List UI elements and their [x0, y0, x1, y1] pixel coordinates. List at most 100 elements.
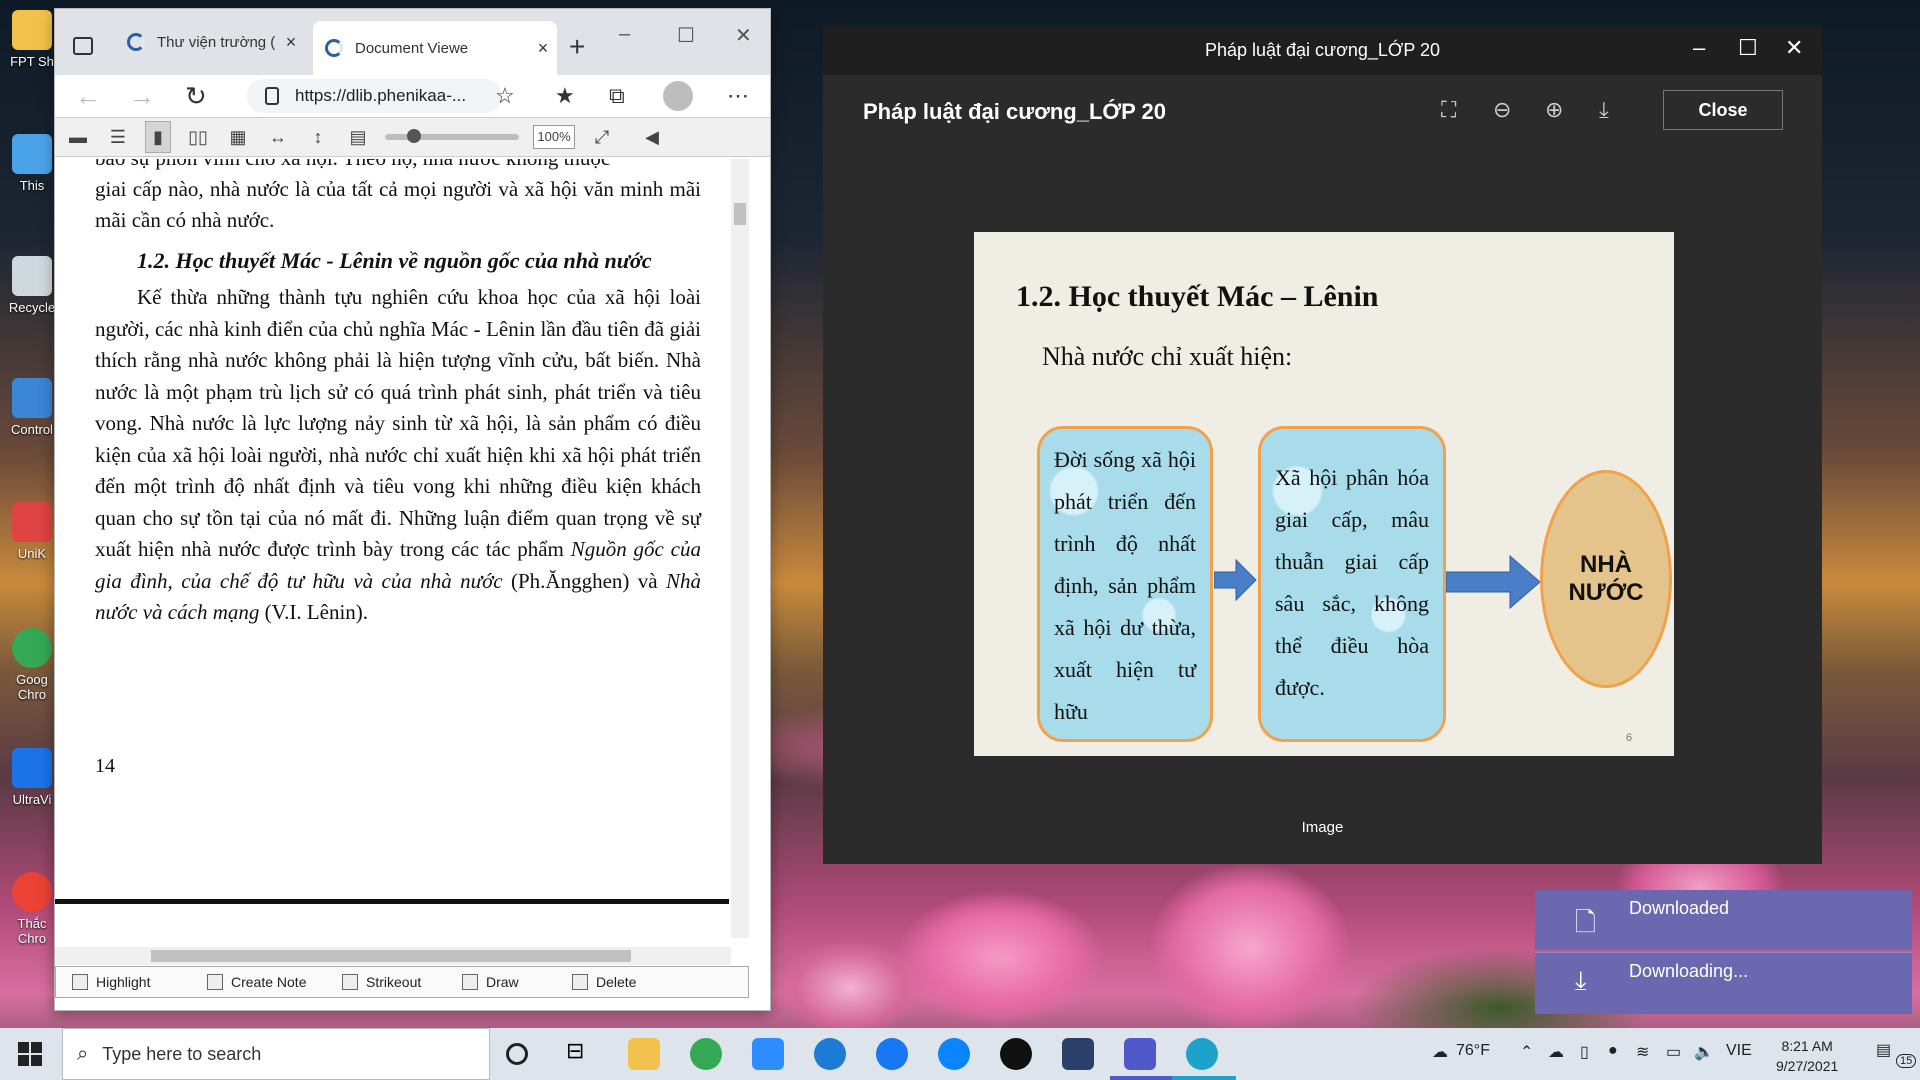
scroll-thumb[interactable] [151, 950, 631, 962]
text-line: bảo sự phồn vinh cho xã hội. Theo họ, nh… [95, 159, 701, 174]
folder-icon [12, 10, 52, 50]
page-number: 14 [95, 755, 115, 777]
stage-box-1: Đời sống xã hội phát triển đến trình độ … [1037, 426, 1213, 742]
file-explorer-icon[interactable] [628, 1038, 660, 1070]
minimize-icon[interactable]: – [619, 23, 630, 46]
volume-icon[interactable]: 🔈 [1694, 1042, 1714, 1062]
clock[interactable]: 8:21 AM 9/27/2021 [1776, 1036, 1838, 1076]
close-icon[interactable]: × [529, 38, 557, 59]
desktop-icon-unikey[interactable]: UniK [4, 502, 60, 561]
ultraviewer-icon[interactable] [814, 1038, 846, 1070]
delete-button[interactable]: Delete [556, 974, 691, 990]
zalo-icon[interactable] [1062, 1038, 1094, 1070]
single-page-icon[interactable]: ▮ [145, 121, 171, 153]
close-window-icon[interactable]: ✕ [735, 23, 752, 48]
zoom-slider[interactable] [385, 129, 519, 143]
grid-icon[interactable]: ▦ [225, 127, 251, 148]
cortana-icon[interactable] [506, 1043, 528, 1065]
active-app-indicator [1110, 1076, 1174, 1080]
add-favorite-icon[interactable]: ☆ [495, 83, 515, 109]
tab-library[interactable]: Thư viện trường ( × [115, 19, 305, 65]
task-view-icon[interactable]: ⊟ [566, 1038, 598, 1070]
desktop-icon-recycle-bin[interactable]: Recycle [4, 256, 60, 315]
taskbar: ⌕ Type here to search ⊟ ☁ 76°F ⌃ ☁ ▯ ● ≋… [0, 1028, 1920, 1080]
fullscreen-icon[interactable]: ⤢ [589, 127, 615, 148]
teams-icon[interactable] [1124, 1038, 1156, 1070]
browser-window: Thư viện trường ( × Document Viewe × + –… [54, 8, 771, 1011]
close-window-icon[interactable]: ✕ [1785, 35, 1803, 61]
slide-image: 1.2. Học thuyết Mác – Lênin Nhà nước chỉ… [974, 232, 1674, 756]
close-icon[interactable]: × [277, 32, 305, 53]
start-button[interactable] [18, 1042, 42, 1066]
download-icon[interactable]: ⤓ [1599, 97, 1609, 123]
list-icon[interactable]: ☰ [105, 127, 131, 148]
action-center-icon[interactable]: ▤ [1876, 1040, 1891, 1060]
fit-to-screen-icon[interactable]: ⛶ [1441, 97, 1456, 123]
draw-button[interactable]: Draw [446, 974, 556, 990]
phone-icon[interactable]: ▯ [1580, 1042, 1589, 1062]
messenger-icon[interactable] [938, 1038, 970, 1070]
maximize-icon[interactable]: ☐ [1738, 35, 1758, 61]
onedrive-icon[interactable]: ☁ [1548, 1042, 1564, 1062]
document-text: bảo sự phồn vinh cho xã hội. Theo họ, nh… [95, 159, 701, 629]
notification-downloaded[interactable]: 🗋 Downloaded [1535, 890, 1912, 950]
file-icon: 🗋 [1575, 907, 1596, 937]
address-bar: ← → ↻ https://dlib.phenikaa-... ☆ ★ ⧉ ⋯ [55, 75, 770, 117]
microphone-icon[interactable]: ● [1608, 1042, 1618, 1060]
desktop-icon-chrome-2[interactable]: Thắc Chro [4, 872, 60, 946]
tab-document-viewer[interactable]: Document Viewe × [313, 21, 557, 75]
zoom-out-icon[interactable]: ⊖ [1493, 97, 1511, 123]
collections-icon[interactable]: ⧉ [609, 83, 625, 109]
desktop-icon-chrome[interactable]: Goog Chro [4, 628, 60, 702]
zoom-level[interactable]: 100% [533, 125, 575, 149]
forward-icon[interactable]: → [129, 81, 155, 112]
arrow-icon [1446, 554, 1541, 610]
battery-icon[interactable]: ▭ [1666, 1042, 1681, 1062]
collapse-panel-icon[interactable]: ◀ [639, 127, 665, 148]
language-indicator[interactable]: VIE [1726, 1042, 1752, 1060]
notification-downloading[interactable]: ⤓ Downloading... [1535, 952, 1912, 1014]
page-separator [55, 899, 729, 904]
wifi-icon[interactable]: ≋ [1636, 1042, 1649, 1062]
chrome-icon [12, 628, 52, 668]
stage-box-2: Xã hội phân hóa giai cấp, mâu thuẫn giai… [1258, 426, 1446, 742]
scroll-thumb[interactable] [734, 203, 746, 225]
fit-height-icon[interactable]: ↕ [305, 127, 331, 148]
minimize-icon[interactable]: – [1693, 35, 1705, 61]
fit-width-icon[interactable]: ↔ [265, 127, 291, 148]
desktop-icon-ultraviewer[interactable]: UltraVi [4, 748, 60, 807]
desktop-icon-this-pc[interactable]: This [4, 134, 60, 193]
horizontal-scrollbar[interactable] [55, 947, 731, 965]
zoom-icon[interactable] [752, 1038, 784, 1070]
close-button[interactable]: Close [1663, 90, 1783, 130]
print-icon[interactable]: ▬ [65, 127, 91, 148]
tab-actions-icon[interactable] [73, 37, 93, 55]
chrome-icon[interactable] [690, 1038, 722, 1070]
back-icon[interactable]: ← [75, 81, 101, 112]
arrow-icon [1214, 558, 1257, 602]
create-note-button[interactable]: Create Note [191, 974, 326, 990]
url-field[interactable]: https://dlib.phenikaa-... [247, 79, 501, 113]
refresh-icon[interactable]: ↻ [185, 81, 207, 112]
book-view-icon[interactable]: ▯▯ [185, 127, 211, 148]
desktop-icon-fpt[interactable]: FPT Sh [4, 10, 60, 69]
loading-icon [127, 33, 145, 51]
avatar[interactable] [663, 81, 693, 111]
taskbar-search[interactable]: ⌕ Type here to search [62, 1028, 490, 1080]
annotate-icon[interactable]: ▤ [345, 127, 371, 148]
more-icon[interactable]: ⋯ [727, 83, 749, 109]
chevron-up-icon[interactable]: ⌃ [1520, 1042, 1533, 1062]
vertical-scrollbar[interactable] [731, 159, 749, 938]
new-tab-icon[interactable]: + [569, 31, 585, 63]
weather-temp[interactable]: 76°F [1456, 1042, 1490, 1060]
desktop-icon-control-panel[interactable]: Control [4, 378, 60, 437]
zoom-in-icon[interactable]: ⊕ [1545, 97, 1563, 123]
highlight-button[interactable]: Highlight [56, 974, 191, 990]
facebook-icon[interactable] [876, 1038, 908, 1070]
tiktok-icon[interactable] [1000, 1038, 1032, 1070]
weather-icon[interactable]: ☁ [1432, 1042, 1448, 1062]
maximize-icon[interactable]: ☐ [677, 23, 695, 48]
strikeout-button[interactable]: Strikeout [326, 974, 446, 990]
edge-icon[interactable] [1186, 1038, 1218, 1070]
favorites-icon[interactable]: ★ [555, 83, 575, 109]
